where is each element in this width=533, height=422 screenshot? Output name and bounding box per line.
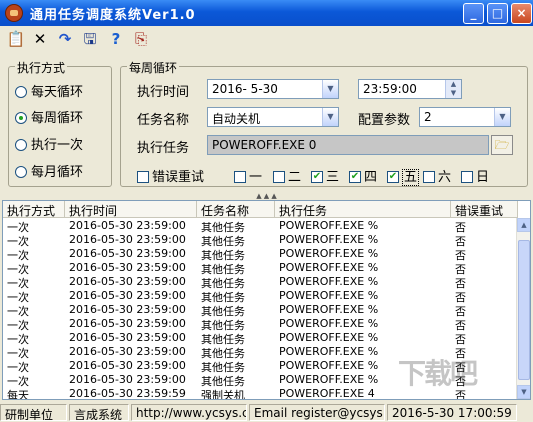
refresh-icon[interactable]: ↷ [55,30,75,48]
table-row[interactable]: 一次 2016-05-30 23:59:00 其他任务 POWEROFF.EXE % 否 [3,247,518,262]
folder-icon: 🗁 [494,138,510,152]
exit-icon[interactable]: ⎘ [131,30,151,48]
day-wed-checkbox[interactable]: ✔ 三 [311,166,339,185]
table-cell: 每天 [7,389,29,400]
radio-monthly[interactable]: 每月循环 [15,161,83,180]
table-cell: POWEROFF.EXE % [279,233,379,246]
table-cell: POWEROFF.EXE % [279,317,379,330]
time-spinner[interactable]: 23:59:00 ▲ ▼ [358,79,462,99]
status-datetime: 2016-5-30 17:00:59 [387,404,517,421]
close-button[interactable]: × [511,3,532,24]
table-cell: 2016-05-30 23:59:00 [69,317,186,330]
app-icon [5,4,23,22]
exec-mode-legend: 执行方式 [15,59,68,76]
exec-time-label: 执行时间 [137,85,190,100]
table-cell: 2016-05-30 23:59:00 [69,233,186,246]
exec-mode-group: 执行方式 每天循环 每周循环 执行一次 每月循环 [8,59,112,187]
radio-daily[interactable]: 每天循环 [15,81,83,100]
weekly-legend: 每周循环 [127,59,180,76]
table-cell: 2016-05-30 23:59:00 [69,331,186,344]
table-row[interactable]: 一次 2016-05-30 23:59:00 其他任务 POWEROFF.EXE % 否 [3,331,518,346]
table-cell: POWEROFF.EXE % [279,261,379,274]
table-row[interactable]: 一次 2016-05-30 23:59:00 其他任务 POWEROFF.EXE % 否 [3,233,518,248]
status-company: 言成系统 [69,404,129,421]
chevron-down-icon[interactable]: ▼ [494,108,510,126]
title-bar[interactable]: 通用任务调度系统Ver1.0 _ □ × [0,0,533,26]
table-cell: POWEROFF.EXE % [279,275,379,288]
day-thu-checkbox[interactable]: ✔ 四 [349,166,377,185]
table-cell: 2016-05-30 23:59:00 [69,275,186,288]
table-cell: POWEROFF.EXE % [279,289,379,302]
config-label: 配置参数 [358,113,411,128]
scroll-thumb[interactable] [518,240,530,380]
table-cell: POWEROFF.EXE % [279,331,379,344]
table-cell: 2016-05-30 23:59:59 [69,387,186,400]
col-exec-time[interactable]: 执行时间 [65,201,197,218]
table-cell: 2016-05-30 23:59:00 [69,261,186,274]
table-cell: 2016-05-30 23:59:00 [69,303,186,316]
config-select[interactable]: 2 ▼ [419,107,511,127]
table-cell: 2016-05-30 23:59:00 [69,359,186,372]
table-row[interactable]: 一次 2016-05-30 23:59:00 其他任务 POWEROFF.EXE % 否 [3,275,518,290]
task-list-header: 执行方式 执行时间 任务名称 执行任务 错误重试 [3,201,518,218]
save-icon[interactable]: 🖫 [80,30,100,48]
weekly-group: 每周循环 执行时间 2016- 5-30 ▼ 23:59:00 ▲ ▼ 任务名称 … [120,59,528,187]
col-task-name[interactable]: 任务名称 [197,201,275,218]
day-mon-checkbox[interactable]: 一 [234,166,262,185]
scroll-down-icon[interactable]: ▼ [517,385,530,399]
spin-updown-icon[interactable]: ▲ ▼ [445,80,461,98]
minimize-button[interactable]: _ [463,3,484,24]
status-url: http://www.ycsys.com [131,404,247,421]
table-cell: 2016-05-30 23:59:00 [69,345,186,358]
table-cell: 2016-05-30 23:59:00 [69,247,186,260]
chevron-down-icon[interactable]: ▼ [322,80,338,98]
window-title: 通用任务调度系统Ver1.0 [30,8,196,23]
table-cell: 2016-05-30 23:59:00 [69,373,186,386]
task-name-select[interactable]: 自动关机 ▼ [207,107,339,127]
status-bar: 研制单位 言成系统 http://www.ycsys.com Email reg… [0,402,533,422]
col-retry[interactable]: 错误重试 [451,201,518,218]
delete-icon[interactable]: ✕ [30,30,50,48]
restore-button[interactable]: □ [487,3,508,24]
toolbar: 📋 ✕ ↷ 🖫 ? ⎘ [0,26,533,52]
watermark-logo: 下载吧 [398,357,478,390]
vertical-scrollbar[interactable]: ▲ ▼ [516,218,530,399]
radio-monthly-circle[interactable] [15,165,27,178]
status-email: Email register@ycsys.com [249,404,385,421]
radio-once-circle[interactable] [15,138,27,151]
day-fri-checkbox[interactable]: ✔ 五 [387,166,420,186]
day-sat-checkbox[interactable]: 六 [423,166,451,185]
radio-once[interactable]: 执行一次 [15,134,83,153]
table-cell: POWEROFF.EXE % [279,303,379,316]
table-cell: POWEROFF.EXE % [279,219,379,232]
chevron-down-icon[interactable]: ▼ [322,108,338,126]
exec-task-field[interactable]: POWEROFF.EXE 0 [207,135,489,155]
help-icon[interactable]: ? [106,30,126,48]
table-cell: POWEROFF.EXE % [279,247,379,260]
retry-checkbox[interactable]: 错误重试 [137,166,204,185]
status-unit-label: 研制单位 [0,404,67,421]
table-row[interactable]: 一次 2016-05-30 23:59:00 其他任务 POWEROFF.EXE % 否 [3,261,518,276]
table-cell: 2016-05-30 23:59:00 [69,219,186,232]
radio-daily-circle[interactable] [15,85,27,98]
date-picker[interactable]: 2016- 5-30 ▼ [207,79,339,99]
col-exec-mode[interactable]: 执行方式 [3,201,65,218]
scroll-up-icon[interactable]: ▲ [517,218,530,232]
day-sun-checkbox[interactable]: 日 [461,166,489,185]
table-cell: 2016-05-30 23:59:00 [69,289,186,302]
table-cell: 强制关机 [201,389,245,400]
new-task-icon[interactable]: 📋 [6,30,26,48]
col-exec-task[interactable]: 执行任务 [275,201,451,218]
radio-weekly[interactable]: 每周循环 [15,107,83,126]
splitter-handle[interactable]: ▲ ▲ ▲ [0,192,533,200]
table-row[interactable]: 一次 2016-05-30 23:59:00 其他任务 POWEROFF.EXE % 否 [3,289,518,304]
table-row[interactable]: 一次 2016-05-30 23:59:00 其他任务 POWEROFF.EXE % 否 [3,303,518,318]
task-name-label: 任务名称 [137,113,190,128]
table-row[interactable]: 一次 2016-05-30 23:59:00 其他任务 POWEROFF.EXE % 否 [3,317,518,332]
day-tue-checkbox[interactable]: 二 [273,166,301,185]
radio-weekly-circle[interactable] [15,111,27,124]
browse-folder-button[interactable]: 🗁 [491,135,513,155]
exec-task-label: 执行任务 [137,141,190,156]
table-row[interactable]: 一次 2016-05-30 23:59:00 其他任务 POWEROFF.EXE % 否 [3,219,518,234]
